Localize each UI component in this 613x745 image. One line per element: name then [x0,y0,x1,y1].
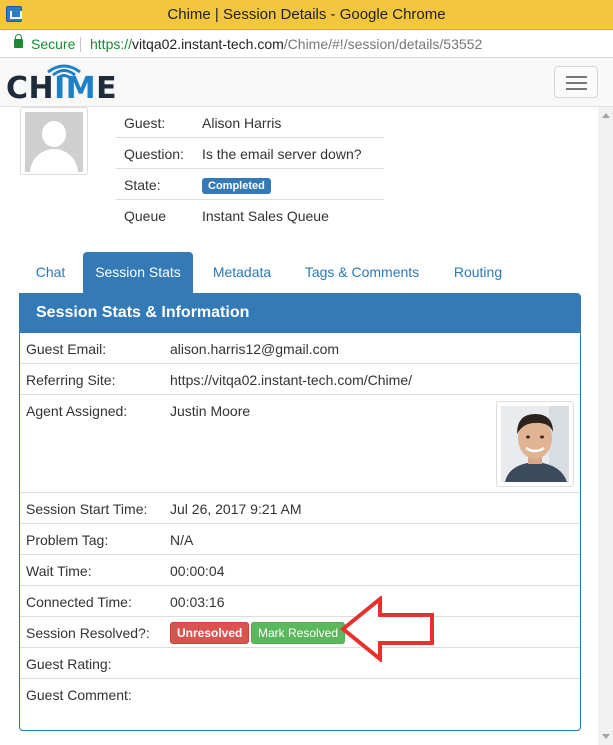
info-label: Guest: [124,115,166,131]
secure-label: Secure [31,36,76,52]
row-label: Guest Rating: [26,656,112,672]
session-start-value: Jul 26, 2017 9:21 AM [170,501,302,517]
row-label: Guest Comment: [26,687,132,703]
stats-row-referring-site: Referring Site: https://vitqa02.instant-… [20,364,580,395]
hamburger-menu-button[interactable] [554,66,598,98]
logo-text: CHIME [6,71,118,106]
guest-avatar [20,107,88,175]
app-header: CHIME [0,58,613,107]
tab-metadata[interactable]: Metadata [195,252,289,293]
panel-title: Session Stats & Information [20,294,580,333]
session-stats-table: Guest Email: alison.harris12@gmail.com R… [20,333,580,710]
address-separator [80,37,81,52]
tab-routing[interactable]: Routing [436,252,520,293]
info-row-question: Question: Is the email server down? [116,138,384,169]
stats-row-guest-rating: Guest Rating: [20,648,580,679]
question-text: Is the email server down? [202,146,362,162]
url-text[interactable]: https://vitqa02.instant-tech.com/Chime/#… [90,36,482,52]
stats-row-session-resolved: Session Resolved?: Unresolved Mark Resol… [20,617,580,648]
address-bar[interactable]: Secure https://vitqa02.instant-tech.com/… [0,30,613,58]
window-titlebar: Chime | Session Details - Google Chrome [0,0,613,30]
info-row-state: State: Completed [116,169,384,200]
wait-time-value: 00:00:04 [170,563,225,579]
stats-row-guest-comment: Guest Comment: [20,679,580,710]
row-label: Connected Time: [26,594,132,610]
url-scheme: https:// [90,36,133,52]
mark-resolved-button[interactable]: Mark Resolved [251,622,346,644]
unresolved-badge: Unresolved [170,622,250,644]
info-row-queue: Queue Instant Sales Queue [116,200,384,231]
scroll-down-arrow-icon[interactable] [602,734,610,739]
tab-tags-comments[interactable]: Tags & Comments [292,252,432,293]
agent-photo [496,401,574,487]
stats-row-problem-tag: Problem Tag: N/A [20,524,580,555]
hamburger-line [566,76,587,78]
agent-name-value: Justin Moore [170,403,251,419]
info-row-guest: Guest: Alison Harris [116,107,384,138]
info-label: Question: [124,146,184,162]
guest-email-value: alison.harris12@gmail.com [170,341,340,357]
row-label: Agent Assigned: [26,403,128,419]
session-tabs: Chat Session Stats Metadata Tags & Comme… [19,252,581,293]
problem-tag-value: N/A [170,532,194,548]
hamburger-line [566,88,587,90]
session-info-table: Guest: Alison Harris Question: Is the em… [116,107,384,231]
info-label: Queue [124,208,167,224]
row-label: Guest Email: [26,341,107,357]
status-badge: Completed [202,178,271,194]
info-label: State: [124,177,161,193]
row-label: Session Resolved?: [26,625,150,641]
url-host: vitqa02.instant-tech.com [132,36,284,52]
row-label: Wait Time: [26,563,92,579]
queue-name: Instant Sales Queue [202,208,329,224]
main-content: Guest: Alison Harris Question: Is the em… [0,107,598,745]
hamburger-line [566,82,587,84]
stats-row-session-start: Session Start Time: Jul 26, 2017 9:21 AM [20,493,580,524]
referring-site-value: https://vitqa02.instant-tech.com/Chime/ [170,372,412,388]
guest-name: Alison Harris [202,115,282,131]
row-label: Referring Site: [26,372,116,388]
url-path: /Chime/#!/session/details/53552 [283,36,483,52]
tab-chat[interactable]: Chat [19,252,82,293]
red-arrow-annotation-icon [340,596,434,662]
connected-time-value: 00:03:16 [170,594,225,610]
state-value: Completed [202,177,271,195]
session-stats-panel: Session Stats & Information Guest Email:… [19,293,581,731]
stats-row-guest-email: Guest Email: alison.harris12@gmail.com [20,333,580,364]
stats-row-agent-assigned: Agent Assigned: Justin Moore [20,395,580,493]
chime-logo[interactable]: CHIME [6,60,117,104]
scroll-up-arrow-icon[interactable] [602,113,610,118]
vertical-scrollbar[interactable] [598,107,613,745]
tab-session-stats[interactable]: Session Stats [83,252,193,293]
row-label: Session Start Time: [26,501,148,517]
window-title: Chime | Session Details - Google Chrome [167,6,446,23]
row-label: Problem Tag: [26,532,109,548]
stats-row-connected-time: Connected Time: 00:03:16 [20,586,580,617]
lock-icon [14,34,23,48]
stats-row-wait-time: Wait Time: 00:00:04 [20,555,580,586]
